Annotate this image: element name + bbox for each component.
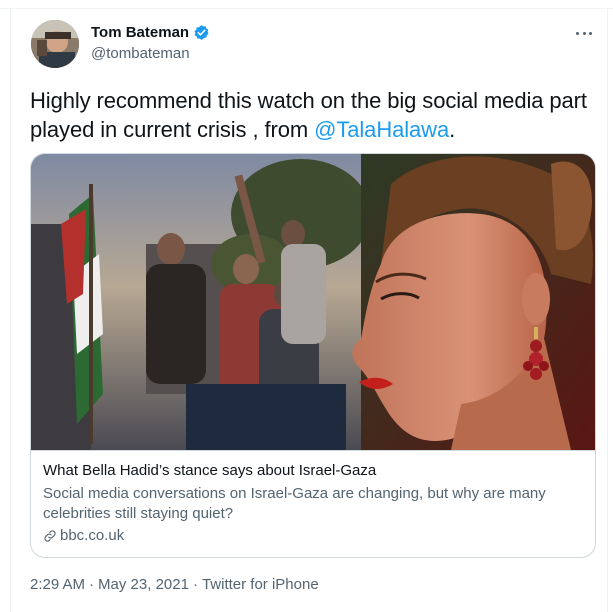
divider	[0, 8, 613, 9]
avatar-photo	[31, 20, 79, 68]
tweet-text: Highly recommend this watch on the big s…	[30, 86, 590, 144]
separator: ·	[192, 576, 198, 593]
author-display-name[interactable]: Tom Bateman	[91, 24, 189, 41]
tweet-text-end: .	[449, 117, 456, 142]
divider	[607, 8, 608, 612]
card-domain[interactable]: bbc.co.uk	[43, 526, 585, 546]
link-preview-card[interactable]: What Bella Hadid’s stance says about Isr…	[30, 153, 596, 558]
tweet-text-body: Highly recommend this watch on the big s…	[30, 88, 587, 142]
card-description[interactable]: Social media conversations on Israel-Gaz…	[43, 484, 585, 524]
verified-badge-icon	[194, 25, 209, 40]
divider	[10, 8, 11, 612]
tweet-container: Tom Bateman @tombateman Highly recommend…	[0, 0, 613, 612]
tweet-metadata: 2:29 AM · May 23, 2021 · Twitter for iPh…	[30, 576, 319, 593]
news-photo	[31, 154, 595, 450]
separator: ·	[89, 576, 95, 593]
tweet-source[interactable]: Twitter for iPhone	[202, 576, 319, 593]
author-handle[interactable]: @tombateman	[91, 45, 190, 62]
card-domain-text[interactable]: bbc.co.uk	[60, 526, 124, 546]
author-name[interactable]: Tom Bateman	[91, 24, 210, 41]
more-options-icon[interactable]	[572, 24, 596, 42]
card-details[interactable]: What Bella Hadid’s stance says about Isr…	[31, 450, 595, 557]
avatar[interactable]	[31, 20, 79, 68]
link-icon	[44, 530, 56, 542]
tweet-date[interactable]: May 23, 2021	[98, 576, 189, 593]
tweet-time[interactable]: 2:29 AM	[30, 576, 85, 593]
card-title[interactable]: What Bella Hadid’s stance says about Isr…	[43, 461, 585, 481]
mention-link[interactable]: @TalaHalawa	[314, 117, 449, 142]
